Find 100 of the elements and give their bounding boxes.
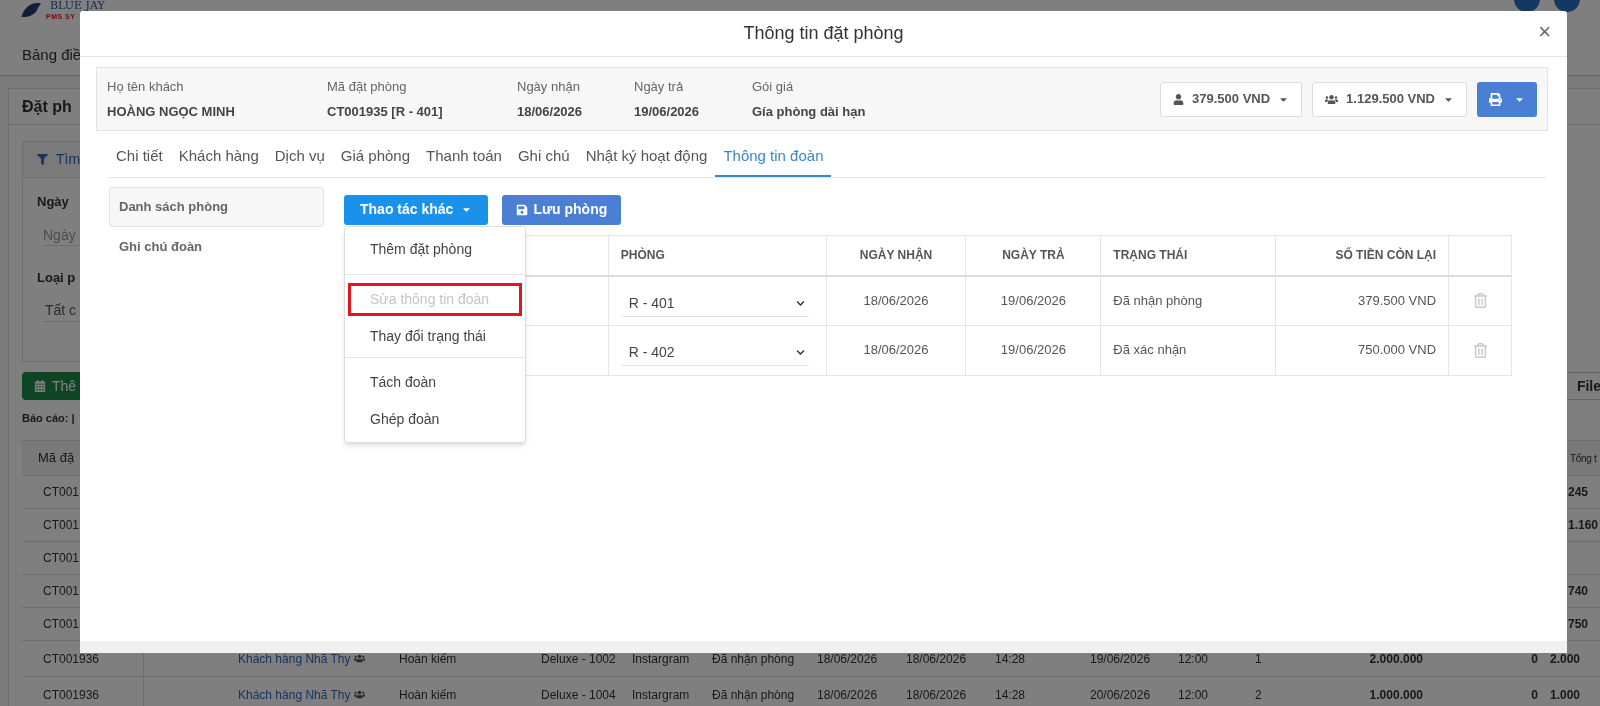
tab[interactable]: Nhật ký hoạt động [577, 145, 716, 177]
column-header: Tổng t [1570, 451, 1597, 466]
table-cell-text: 2.000.000 [1369, 650, 1424, 668]
summary-label: Ngày trả [634, 77, 685, 96]
summary-value: CT001935 [R - 401] [327, 103, 444, 121]
table-cell-text: Instargram [631, 686, 690, 704]
column-header: TRẠNG THÁI [1100, 235, 1276, 275]
summary-label: Họ tên khách [107, 77, 185, 96]
table-cell-text: 740 [1568, 583, 1589, 600]
table-cell: Đã nhận phòng [1100, 276, 1276, 325]
tab[interactable]: Giá phòng [332, 145, 419, 177]
tab[interactable]: Thanh toán [418, 145, 510, 177]
table-cell-text: 245 [1568, 484, 1589, 501]
table-cell: 750.000 VND [1275, 325, 1449, 375]
card-title: Đặt ph [22, 96, 72, 117]
printer-icon [1489, 92, 1502, 106]
table-cell: Đã xác nhận [1100, 325, 1276, 375]
table-cell-text: Đã nhận phòng [711, 650, 795, 668]
table-cell: 18/06/2026 [825, 276, 966, 325]
table-cell: 19/06/2026 [965, 325, 1101, 375]
table-cell-text: CT001 [42, 484, 81, 501]
column-header: NGÀY TRẢ [965, 235, 1101, 275]
column-header: Mã đặ [37, 449, 76, 468]
field-label: Ngày [37, 194, 69, 210]
chevron-icon [795, 348, 805, 357]
menu-item[interactable]: Ghép đoàn [348, 402, 522, 436]
group-icon [353, 689, 365, 700]
table-cell-text: 14:28 [994, 686, 1026, 704]
summary-value: 19/06/2026 [634, 103, 701, 121]
table-cell-text: Hoàn kiếm [398, 686, 457, 704]
summary-value: HOÀNG NGỌC MINH [107, 103, 236, 121]
table-cell-text: 0 [1531, 686, 1539, 704]
side-menu-item[interactable]: Ghi chú đoàn [109, 226, 324, 267]
table-cell-text: 1 [1254, 650, 1262, 668]
room-select[interactable]: R - 402 [620, 340, 809, 366]
table-cell-text: Hoàn kiếm [398, 650, 457, 668]
table-cell-text: 0 [1531, 650, 1539, 668]
table-cell-text: 1.000.000 [1369, 686, 1424, 704]
group-icon [353, 653, 365, 664]
report-label: Báo cáo: | [22, 410, 75, 426]
dialog-title: Thông tin đặt phòng [743, 22, 904, 45]
table-cell-text: 20/06/2026 [1089, 686, 1151, 704]
table-cell-text: 14:28 [994, 650, 1026, 668]
table-cell-text: 12:00 [1177, 650, 1209, 668]
tab[interactable]: Dịch vụ [266, 145, 333, 177]
tab[interactable]: Khách hàng [170, 145, 267, 177]
column-header: NGÀY NHẬN [825, 235, 966, 275]
table-cell-text: Instargram [631, 650, 690, 668]
column-header: PHÒNG [607, 235, 826, 275]
summary-label: Mã đặt phòng [327, 77, 408, 96]
table-cell-text: 750 [1568, 616, 1589, 633]
table-cell-text: 19/06/2026 [1089, 650, 1151, 668]
table-cell-text: 18/06/2026 [816, 650, 878, 668]
summary-value: 18/06/2026 [517, 103, 584, 121]
tab[interactable]: Chi tiết [108, 145, 171, 177]
tab[interactable]: Thông tin đoàn [715, 145, 832, 177]
table-cell-text: 1.160 [1568, 517, 1599, 534]
summary-value: Gía phòng dài hạn [752, 103, 867, 121]
export-file-button[interactable]: File [1565, 372, 1600, 400]
table-cell-text: 1.000 [1549, 686, 1581, 704]
side-menu-item[interactable]: Danh sách phòng [109, 186, 324, 227]
menu-item[interactable]: Tách đoàn [348, 365, 522, 399]
bird-logo-icon [20, 0, 44, 20]
table-cell: 18/06/2026 [825, 325, 966, 375]
table-cell-text: Deluxe - 1002 [540, 650, 616, 668]
table-cell-text: Đã nhận phòng [711, 686, 795, 704]
summary-label: Gói giá [752, 77, 795, 96]
people-icon [1325, 92, 1339, 106]
menu-item[interactable]: Thêm đặt phòng [348, 232, 522, 266]
save-room-button[interactable]: Lưu phòng [502, 194, 622, 225]
chevron-icon [795, 298, 805, 308]
field-label: Loại p [37, 270, 76, 286]
person-icon [1173, 93, 1185, 105]
group-total-button[interactable]: 1.129.500 VND [1312, 81, 1467, 117]
table-cell-text: CT001936 [42, 650, 100, 668]
menu-item[interactable]: Thay đổi trạng thái [348, 319, 522, 353]
table-cell-text: 18/06/2026 [816, 686, 878, 704]
print-button[interactable] [1477, 81, 1537, 117]
table-cell-text: CT001936 [42, 686, 100, 704]
table-cell-text: 18/06/2026 [905, 650, 967, 668]
nav-link[interactable]: Bảng điề [22, 44, 82, 67]
table-cell-text: CT001 [42, 517, 81, 534]
room-total-button[interactable]: 379.500 VND [1160, 81, 1303, 117]
table-cell: 379.500 VND [1275, 276, 1449, 325]
table-cell-text: 18/06/2026 [905, 686, 967, 704]
logo-title: BLUE JAY [50, 0, 105, 11]
table-cell-text: CT001 [42, 583, 81, 600]
close-button[interactable]: × [1538, 21, 1551, 43]
table-cell-text: 2 [1254, 686, 1262, 704]
table-cell-text: 12:00 [1177, 686, 1209, 704]
table-cell-text: CT001 [42, 550, 81, 567]
tab[interactable]: Ghi chú [509, 145, 578, 177]
table-cell-text: 2.000 [1549, 650, 1581, 668]
table-cell-text: Deluxe - 1004 [540, 686, 616, 704]
summary-label: Ngày nhận [517, 77, 581, 96]
filter-icon [37, 154, 48, 165]
table-cell: 19/06/2026 [965, 276, 1101, 325]
table-cell-text: CT001 [42, 616, 81, 633]
room-select[interactable]: R - 401 [620, 290, 809, 317]
calendar-icon [34, 380, 46, 392]
